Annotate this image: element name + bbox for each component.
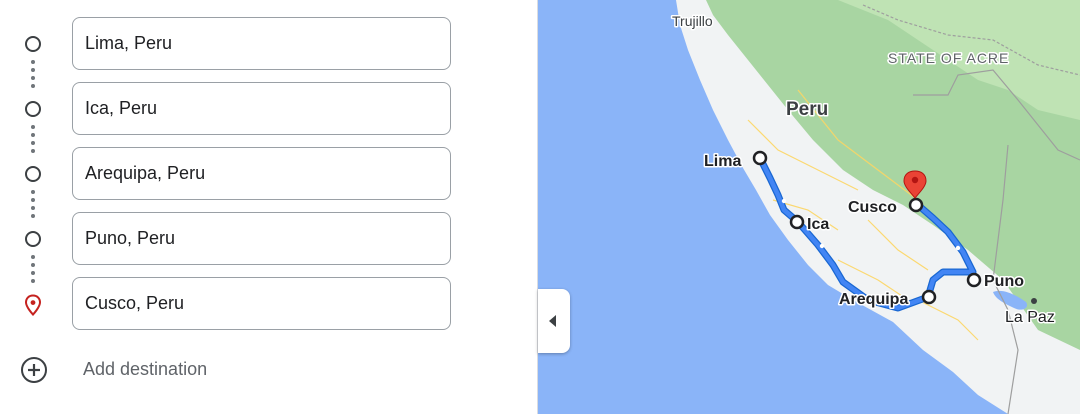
map-canvas[interactable]: Trujillo STATE OF ACRE Peru Lima Ica Cus… xyxy=(538,0,1080,414)
route-connector-dots xyxy=(31,60,35,92)
city-dot-la-paz xyxy=(1031,298,1037,304)
waypoint-circle-icon xyxy=(25,166,41,182)
stop-input-arequipa[interactable]: Arequipa, Peru xyxy=(72,147,451,200)
map-label-lima: Lima xyxy=(704,153,741,170)
map-stop-puno[interactable] xyxy=(966,272,982,288)
map-label-ica: Ica xyxy=(807,216,829,233)
collapse-panel-button[interactable] xyxy=(538,289,570,353)
location-pin-icon xyxy=(24,294,42,316)
waypoint-circle-icon xyxy=(25,36,41,52)
add-destination-button[interactable]: Add destination xyxy=(83,358,207,380)
waypoint-circle-icon xyxy=(25,101,41,117)
stop-input-puno[interactable]: Puno, Peru xyxy=(72,212,451,265)
map-label-acre: STATE OF ACRE xyxy=(888,50,1009,66)
stop-input-ica[interactable]: Ica, Peru xyxy=(72,82,451,135)
map-stop-arequipa[interactable] xyxy=(921,289,937,305)
route-connector-dots xyxy=(31,190,35,222)
route-connector-dots xyxy=(31,125,35,157)
chevron-left-icon xyxy=(549,315,556,327)
route-dot xyxy=(819,243,825,249)
map-label-cusco: Cusco xyxy=(848,199,897,216)
map-stop-cusco[interactable] xyxy=(908,197,924,213)
stop-input-lima[interactable]: Lima, Peru xyxy=(72,17,451,70)
waypoint-circle-icon xyxy=(25,231,41,247)
map-label-arequipa: Arequipa xyxy=(839,291,908,308)
map-label-trujillo: Trujillo xyxy=(672,13,713,29)
stop-input-cusco[interactable]: Cusco, Peru xyxy=(72,277,451,330)
route-map[interactable]: Trujillo STATE OF ACRE Peru Lima Ica Cus… xyxy=(538,0,1080,414)
route-connector-dots xyxy=(31,255,35,287)
map-label-peru: Peru xyxy=(786,99,828,120)
map-stop-lima[interactable] xyxy=(752,150,768,166)
map-label-puno: Puno xyxy=(984,273,1024,290)
map-stop-ica[interactable] xyxy=(789,214,805,230)
route-dot xyxy=(781,198,787,204)
map-label-la-paz: La Paz xyxy=(1005,309,1055,326)
add-circle-icon[interactable] xyxy=(20,356,48,384)
directions-panel: Lima, Peru Ica, Peru Arequipa, Peru Puno… xyxy=(0,0,538,414)
route-dot xyxy=(955,245,961,251)
